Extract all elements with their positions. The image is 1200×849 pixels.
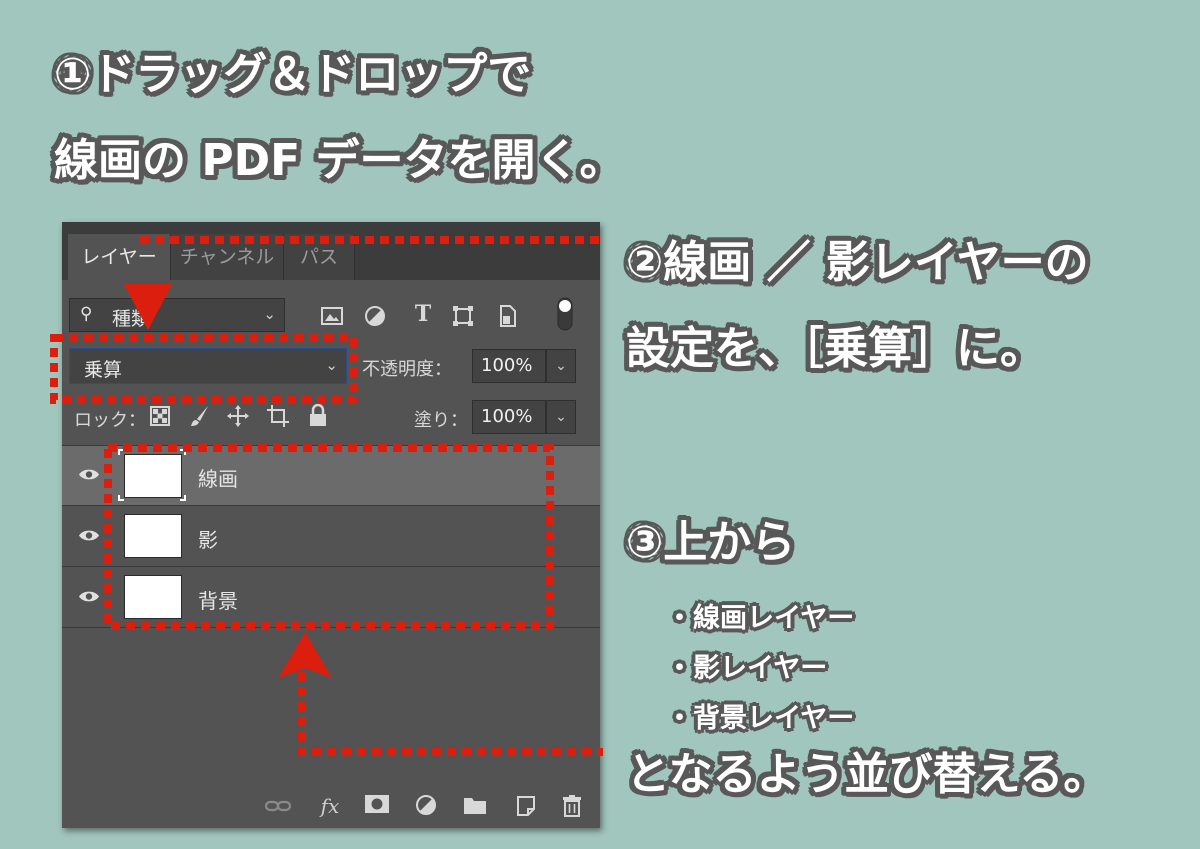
highlight-line-step3 xyxy=(298,672,603,756)
highlight-box-blend-mode xyxy=(50,334,358,404)
arrow-down-icon xyxy=(124,284,172,330)
highlight-box-layers xyxy=(104,444,554,630)
annotation-overlay xyxy=(50,236,603,756)
arrow-up-icon xyxy=(278,632,332,678)
